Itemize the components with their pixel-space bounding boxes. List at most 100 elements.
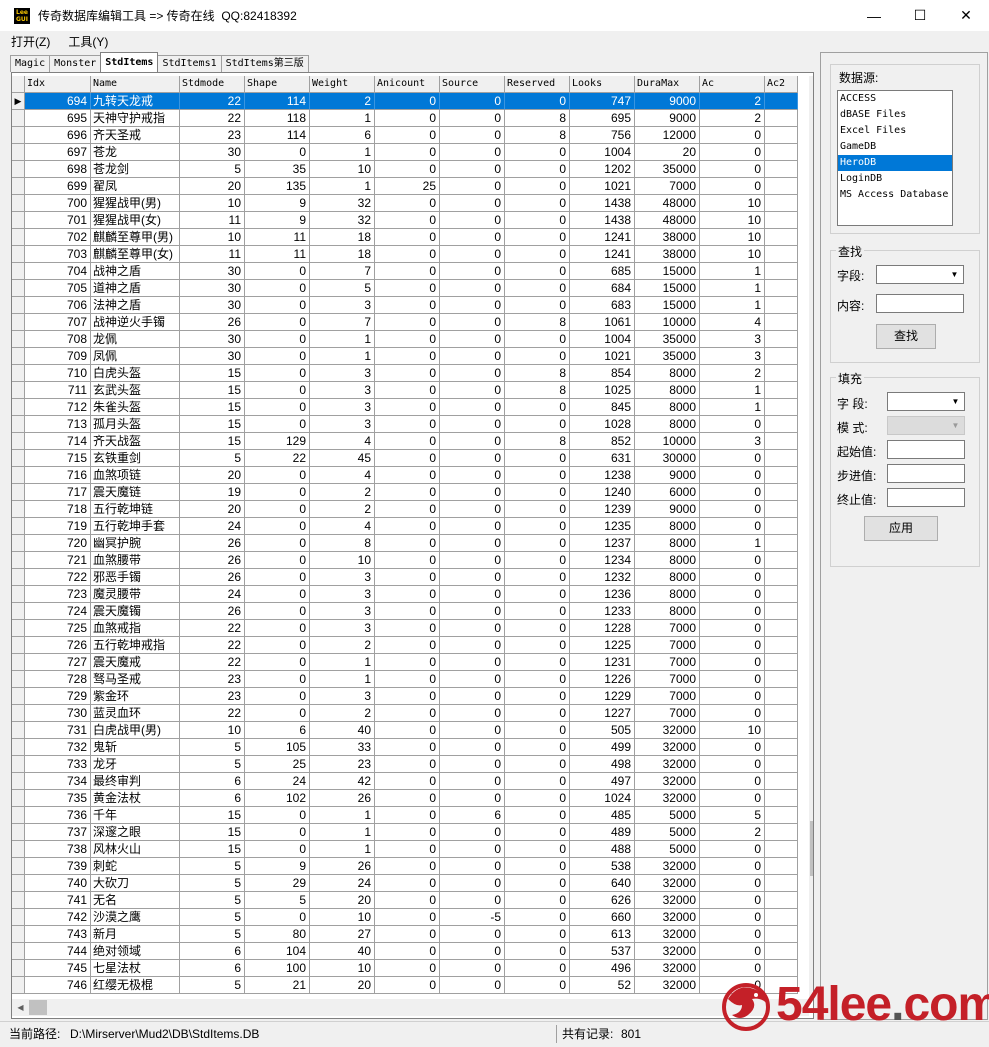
table-row[interactable]: 735 黄金法杖 6 102 26 0 0 0 1024 32000 0 xyxy=(12,790,798,807)
row-indicator[interactable] xyxy=(12,688,25,705)
cell-weight[interactable]: 5 xyxy=(310,280,375,297)
table-row[interactable]: 712 朱雀头盔 15 0 3 0 0 0 845 8000 1 xyxy=(12,399,798,416)
cell-idx[interactable]: 740 xyxy=(25,875,91,892)
cell-looks[interactable]: 1238 xyxy=(570,467,635,484)
cell-idx[interactable]: 694 xyxy=(25,93,91,110)
cell-idx[interactable]: 737 xyxy=(25,824,91,841)
cell-reserved[interactable]: 0 xyxy=(505,977,570,994)
row-indicator[interactable] xyxy=(12,314,25,331)
cell-reserved[interactable]: 0 xyxy=(505,807,570,824)
cell-shape[interactable]: 0 xyxy=(245,671,310,688)
cell-source[interactable]: 0 xyxy=(440,943,505,960)
cell-name[interactable]: 魔灵腰带 xyxy=(91,586,180,603)
cell-reserved[interactable]: 0 xyxy=(505,535,570,552)
cell-source[interactable]: 0 xyxy=(440,620,505,637)
cell-idx[interactable]: 701 xyxy=(25,212,91,229)
row-indicator[interactable] xyxy=(12,858,25,875)
cell-weight[interactable]: 24 xyxy=(310,875,375,892)
cell-weight[interactable]: 3 xyxy=(310,569,375,586)
cell-idx[interactable]: 705 xyxy=(25,280,91,297)
cell-reserved[interactable]: 0 xyxy=(505,824,570,841)
cell-anicount[interactable]: 0 xyxy=(375,297,440,314)
cell-shape[interactable]: 100 xyxy=(245,960,310,977)
cell-name[interactable]: 红缨无极棍 xyxy=(91,977,180,994)
cell-anicount[interactable]: 0 xyxy=(375,229,440,246)
cell-looks[interactable]: 1028 xyxy=(570,416,635,433)
cell-stdmode[interactable]: 22 xyxy=(180,620,245,637)
cell-duramax[interactable]: 5000 xyxy=(635,824,700,841)
cell-ac[interactable]: 0 xyxy=(700,416,765,433)
cell-ac2[interactable] xyxy=(765,484,798,501)
cell-ac2[interactable] xyxy=(765,773,798,790)
cell-anicount[interactable]: 0 xyxy=(375,586,440,603)
cell-source[interactable]: 0 xyxy=(440,518,505,535)
cell-weight[interactable]: 42 xyxy=(310,773,375,790)
row-indicator[interactable] xyxy=(12,620,25,637)
datasource-item[interactable]: GameDB xyxy=(838,139,952,155)
row-indicator[interactable] xyxy=(12,144,25,161)
cell-looks[interactable]: 505 xyxy=(570,722,635,739)
cell-ac2[interactable] xyxy=(765,705,798,722)
cell-idx[interactable]: 733 xyxy=(25,756,91,773)
cell-looks[interactable]: 695 xyxy=(570,110,635,127)
cell-shape[interactable]: 118 xyxy=(245,110,310,127)
cell-name[interactable]: 鬼斩 xyxy=(91,739,180,756)
cell-looks[interactable]: 496 xyxy=(570,960,635,977)
cell-duramax[interactable]: 48000 xyxy=(635,212,700,229)
cell-ac[interactable]: 10 xyxy=(700,722,765,739)
table-row[interactable]: 736 千年 15 0 1 0 6 0 485 5000 5 xyxy=(12,807,798,824)
cell-shape[interactable]: 0 xyxy=(245,365,310,382)
cell-weight[interactable]: 7 xyxy=(310,314,375,331)
cell-anicount[interactable]: 0 xyxy=(375,416,440,433)
cell-idx[interactable]: 709 xyxy=(25,348,91,365)
cell-shape[interactable]: 35 xyxy=(245,161,310,178)
row-indicator[interactable] xyxy=(12,348,25,365)
column-header-duramax[interactable]: DuraMax xyxy=(635,76,700,93)
cell-weight[interactable]: 1 xyxy=(310,654,375,671)
row-indicator[interactable] xyxy=(12,875,25,892)
cell-shape[interactable]: 0 xyxy=(245,688,310,705)
table-row[interactable]: 696 齐天圣戒 23 114 6 0 0 8 756 12000 0 xyxy=(12,127,798,144)
chevron-down-icon[interactable]: ▼ xyxy=(949,395,962,408)
cell-shape[interactable]: 0 xyxy=(245,654,310,671)
cell-stdmode[interactable]: 22 xyxy=(180,654,245,671)
cell-duramax[interactable]: 32000 xyxy=(635,739,700,756)
cell-source[interactable]: 0 xyxy=(440,212,505,229)
cell-stdmode[interactable]: 30 xyxy=(180,144,245,161)
cell-anicount[interactable]: 0 xyxy=(375,331,440,348)
cell-duramax[interactable]: 32000 xyxy=(635,892,700,909)
cell-stdmode[interactable]: 26 xyxy=(180,569,245,586)
cell-anicount[interactable]: 0 xyxy=(375,280,440,297)
cell-ac[interactable]: 0 xyxy=(700,892,765,909)
table-row[interactable]: 695 天神守护戒指 22 118 1 0 0 8 695 9000 2 xyxy=(12,110,798,127)
cell-ac[interactable]: 0 xyxy=(700,161,765,178)
cell-source[interactable]: 0 xyxy=(440,688,505,705)
cell-looks[interactable]: 1004 xyxy=(570,144,635,161)
cell-looks[interactable]: 845 xyxy=(570,399,635,416)
cell-ac[interactable]: 1 xyxy=(700,280,765,297)
cell-ac2[interactable] xyxy=(765,756,798,773)
cell-stdmode[interactable]: 23 xyxy=(180,127,245,144)
cell-name[interactable]: 深邃之眼 xyxy=(91,824,180,841)
cell-reserved[interactable]: 0 xyxy=(505,688,570,705)
cell-looks[interactable]: 683 xyxy=(570,297,635,314)
cell-reserved[interactable]: 0 xyxy=(505,858,570,875)
cell-idx[interactable]: 743 xyxy=(25,926,91,943)
cell-source[interactable]: 0 xyxy=(440,671,505,688)
cell-name[interactable]: 玄武头盔 xyxy=(91,382,180,399)
cell-weight[interactable]: 4 xyxy=(310,467,375,484)
cell-stdmode[interactable]: 23 xyxy=(180,688,245,705)
table-row[interactable]: 724 震天魔镯 26 0 3 0 0 0 1233 8000 0 xyxy=(12,603,798,620)
cell-stdmode[interactable]: 5 xyxy=(180,161,245,178)
cell-duramax[interactable]: 32000 xyxy=(635,756,700,773)
cell-source[interactable]: 0 xyxy=(440,348,505,365)
cell-looks[interactable]: 640 xyxy=(570,875,635,892)
cell-name[interactable]: 黄金法杖 xyxy=(91,790,180,807)
table-row[interactable]: 715 玄铁重剑 5 22 45 0 0 0 631 30000 0 xyxy=(12,450,798,467)
cell-weight[interactable]: 1 xyxy=(310,348,375,365)
cell-duramax[interactable]: 8000 xyxy=(635,382,700,399)
cell-ac2[interactable] xyxy=(765,824,798,841)
cell-looks[interactable]: 626 xyxy=(570,892,635,909)
table-row[interactable]: ▶ 694 九转天龙戒 22 114 2 0 0 0 747 9000 2 xyxy=(12,93,798,110)
row-indicator[interactable] xyxy=(12,756,25,773)
